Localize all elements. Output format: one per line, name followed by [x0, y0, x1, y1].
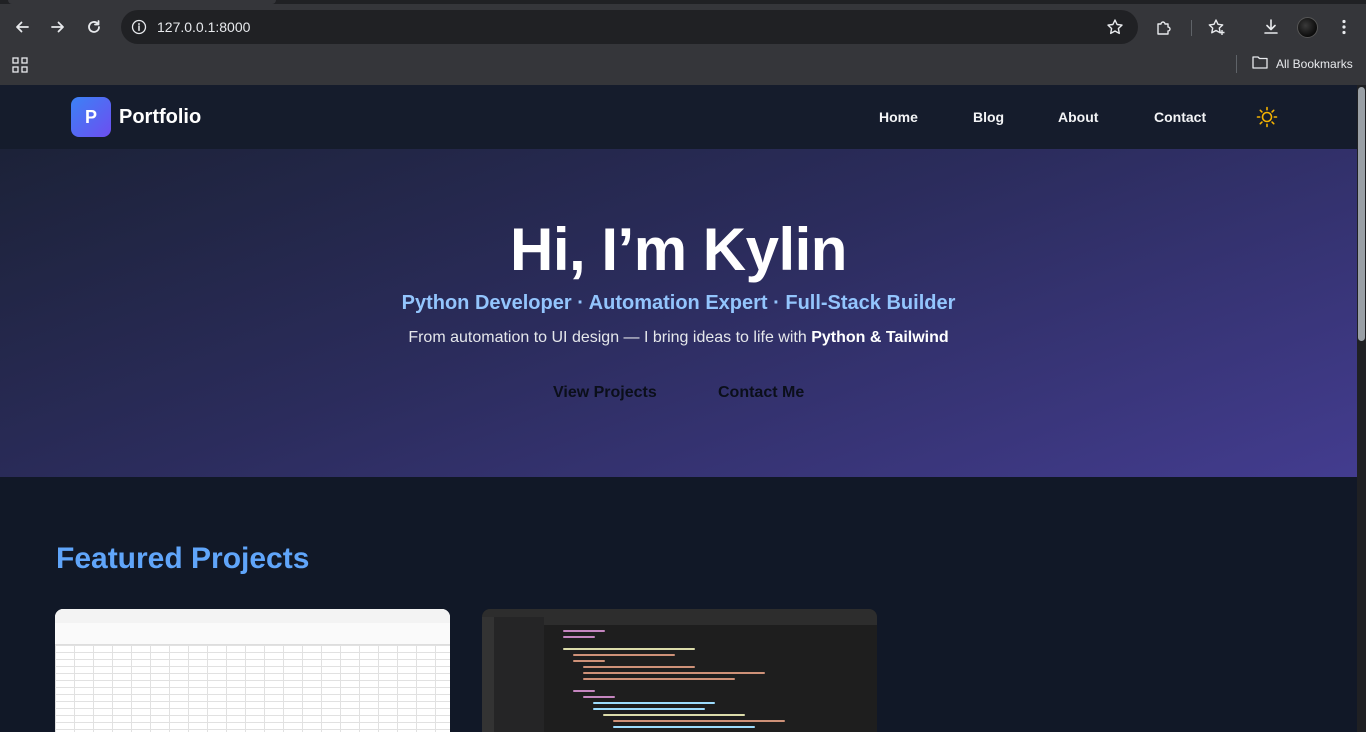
card-thumbnail-explorer [494, 617, 544, 732]
card-thumbnail-activitybar [482, 617, 494, 732]
nav-contact[interactable]: Contact [1154, 109, 1206, 125]
hero-desc-python: Python [811, 329, 866, 346]
hero-desc-text: From automation to UI design — I bring i… [408, 329, 812, 346]
nav-blog[interactable]: Blog [973, 109, 1004, 125]
view-projects-button[interactable]: View Projects [553, 384, 657, 402]
download-icon[interactable] [1261, 17, 1281, 37]
bookmarks-icon[interactable] [1207, 17, 1227, 37]
logo-letter: P [84, 106, 97, 127]
browser-chrome: 127.0.0.1:8000 All Bookmarks [0, 0, 1366, 85]
page-scrollbar[interactable] [1357, 85, 1366, 732]
card-thumbnail-spreadsheet [55, 645, 450, 732]
site-navbar: P Portfolio Home Blog About Contact [0, 85, 1357, 149]
featured-projects-title: Featured Projects [56, 542, 310, 575]
toolbar-divider [1191, 20, 1192, 36]
hero-subtitle: Python Developer · Automation Expert · F… [401, 292, 956, 314]
all-bookmarks-label: All Bookmarks [1276, 56, 1353, 71]
card-thumbnail-ribbon [55, 623, 450, 645]
hero-section: Hi, I’m Kylin Python Developer · Automat… [0, 149, 1357, 477]
project-card-code[interactable] [482, 609, 877, 732]
card-thumbnail-titlebar [55, 609, 450, 623]
all-bookmarks-button[interactable]: All Bookmarks [1252, 55, 1353, 72]
contact-me-button[interactable]: Contact Me [718, 384, 804, 402]
browser-toolbar: 127.0.0.1:8000 [0, 4, 1366, 50]
scrollbar-thumb[interactable] [1358, 87, 1365, 341]
card-thumbnail-code [563, 630, 785, 728]
card-thumbnail-tabs [544, 617, 877, 625]
card-thumbnail-menubar [482, 609, 877, 617]
brand-name[interactable]: Portfolio [119, 106, 201, 129]
profile-avatar[interactable] [1297, 17, 1318, 38]
bookmarks-bar: All Bookmarks [0, 50, 1366, 78]
menu-icon[interactable] [1334, 17, 1354, 37]
address-bar[interactable]: 127.0.0.1:8000 [121, 10, 1138, 44]
hero-desc-tailwind: Tailwind [885, 329, 949, 346]
back-icon[interactable] [8, 13, 36, 41]
logo-badge[interactable]: P [71, 97, 111, 137]
reload-icon[interactable] [80, 13, 108, 41]
apps-icon[interactable] [12, 57, 28, 73]
url-text[interactable]: 127.0.0.1:8000 [157, 19, 250, 35]
sun-icon[interactable] [1256, 106, 1278, 128]
extensions-icon[interactable] [1154, 17, 1174, 37]
forward-icon[interactable] [44, 13, 72, 41]
hero-desc-amp: & [865, 329, 886, 346]
project-card-excel[interactable] [55, 609, 450, 732]
hero-title: Hi, I’m Kylin [510, 216, 847, 283]
bookmarks-divider [1236, 55, 1237, 73]
site-info-icon[interactable] [129, 17, 149, 37]
bookmark-star-icon[interactable] [1106, 18, 1124, 41]
page-viewport: P Portfolio Home Blog About Contact Hi, … [0, 85, 1357, 732]
nav-home[interactable]: Home [879, 109, 918, 125]
nav-about[interactable]: About [1058, 109, 1098, 125]
hero-description: From automation to UI design — I bring i… [0, 329, 1357, 347]
folder-icon [1252, 55, 1268, 72]
